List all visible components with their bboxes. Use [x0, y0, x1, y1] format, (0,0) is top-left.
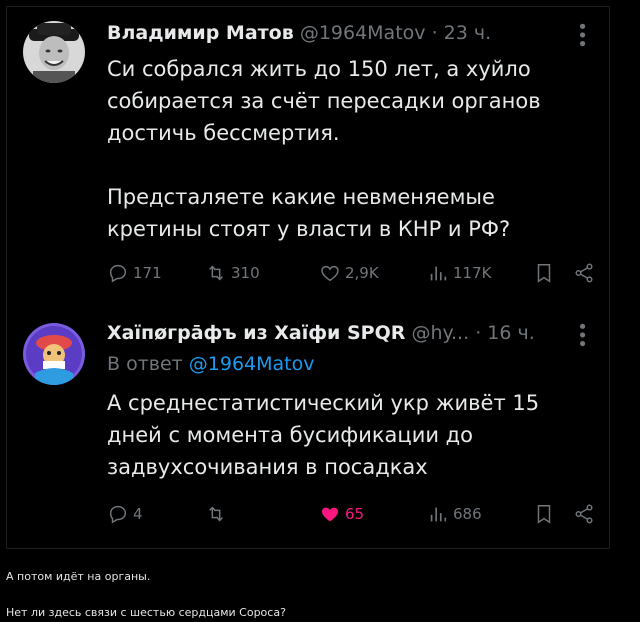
tweet[interactable]: Хаїпøгрāфъ из Хаїфи SPQR @hy... · 16 ч. …: [7, 307, 609, 548]
timestamp[interactable]: 16 ч.: [487, 322, 534, 344]
separator: ·: [475, 322, 482, 344]
views-button[interactable]: 117K: [427, 259, 491, 287]
reply-icon: [109, 505, 127, 524]
author-name[interactable]: Владимир Матов: [107, 22, 294, 44]
caption-line: А потом идёт на органы.: [6, 570, 151, 583]
tweet-text: А среднестатистический укр живёт 15 дней…: [107, 387, 593, 483]
like-button[interactable]: 65: [319, 500, 364, 528]
action-bar: 4 65 686: [107, 500, 599, 528]
views-button[interactable]: 686: [427, 500, 482, 528]
views-count: 686: [453, 505, 482, 523]
share-icon: [575, 263, 593, 283]
reply-prefix: В ответ: [107, 353, 183, 375]
avatar-image: [23, 323, 85, 385]
repost-button[interactable]: [205, 500, 231, 528]
tweet-text: Си собрался жить до 150 лет, а хуйло соб…: [107, 53, 593, 245]
share-icon: [575, 504, 593, 524]
author-handle[interactable]: @1964Matov: [300, 22, 426, 44]
bookmark-icon: [537, 264, 551, 283]
reply-count: 4: [133, 505, 143, 523]
avatar-image: [23, 21, 85, 83]
screenshot-frame: Владимир Матов @1964Matov · 23 ч. ••• Си…: [6, 6, 610, 549]
share-button[interactable]: [573, 500, 595, 528]
author-handle[interactable]: @hy...: [411, 322, 469, 344]
reply-button[interactable]: 4: [107, 500, 143, 528]
repost-icon: [209, 265, 223, 281]
like-button[interactable]: 2,9K: [319, 259, 379, 287]
like-count: 2,9K: [345, 264, 379, 282]
tweet-paragraph: Предсталяете какие невменяемые кретины с…: [107, 185, 511, 241]
bookmark-button[interactable]: [533, 500, 555, 528]
share-button[interactable]: [573, 259, 595, 287]
repost-button[interactable]: 310: [205, 259, 260, 287]
tweet-header: Хаїпøгрāфъ из Хаїфи SPQR @hy... · 16 ч. …: [107, 319, 597, 347]
reply-button[interactable]: 171: [107, 259, 162, 287]
bookmark-button[interactable]: [533, 259, 555, 287]
caption-line: Нет ли здесь связи с шестью сердцами Сор…: [6, 606, 286, 619]
views-icon: [430, 266, 447, 281]
repost-icon: [209, 506, 223, 522]
reply-count: 171: [133, 264, 162, 282]
reply-context: В ответ @1964Matov: [107, 351, 315, 377]
heart-icon: [321, 265, 339, 282]
like-count: 65: [345, 505, 365, 523]
tweet-paragraph: А среднестатистический укр живёт 15 дней…: [107, 391, 540, 479]
author-name[interactable]: Хаїпøгрāфъ из Хаїфи SPQR: [107, 322, 405, 344]
action-bar: 171 310 2,9K 117K: [107, 259, 599, 287]
views-icon: [430, 507, 447, 522]
views-count: 117K: [453, 264, 492, 282]
separator: ·: [431, 22, 438, 44]
repost-count: 310: [231, 264, 260, 282]
tweet[interactable]: Владимир Матов @1964Matov · 23 ч. ••• Си…: [7, 7, 609, 307]
reply-icon: [109, 264, 127, 283]
more-vertical-icon[interactable]: •••: [569, 321, 593, 347]
heart-filled-icon: [322, 507, 338, 522]
avatar[interactable]: [23, 323, 85, 385]
bookmark-icon: [537, 505, 551, 524]
timestamp[interactable]: 23 ч.: [444, 22, 491, 44]
more-vertical-icon[interactable]: •••: [569, 21, 593, 47]
reply-handle-link[interactable]: @1964Matov: [189, 353, 315, 375]
tweet-paragraph: Си собрался жить до 150 лет, а хуйло соб…: [107, 57, 541, 145]
tweet-header: Владимир Матов @1964Matov · 23 ч. •••: [107, 19, 597, 47]
avatar[interactable]: [23, 21, 85, 83]
